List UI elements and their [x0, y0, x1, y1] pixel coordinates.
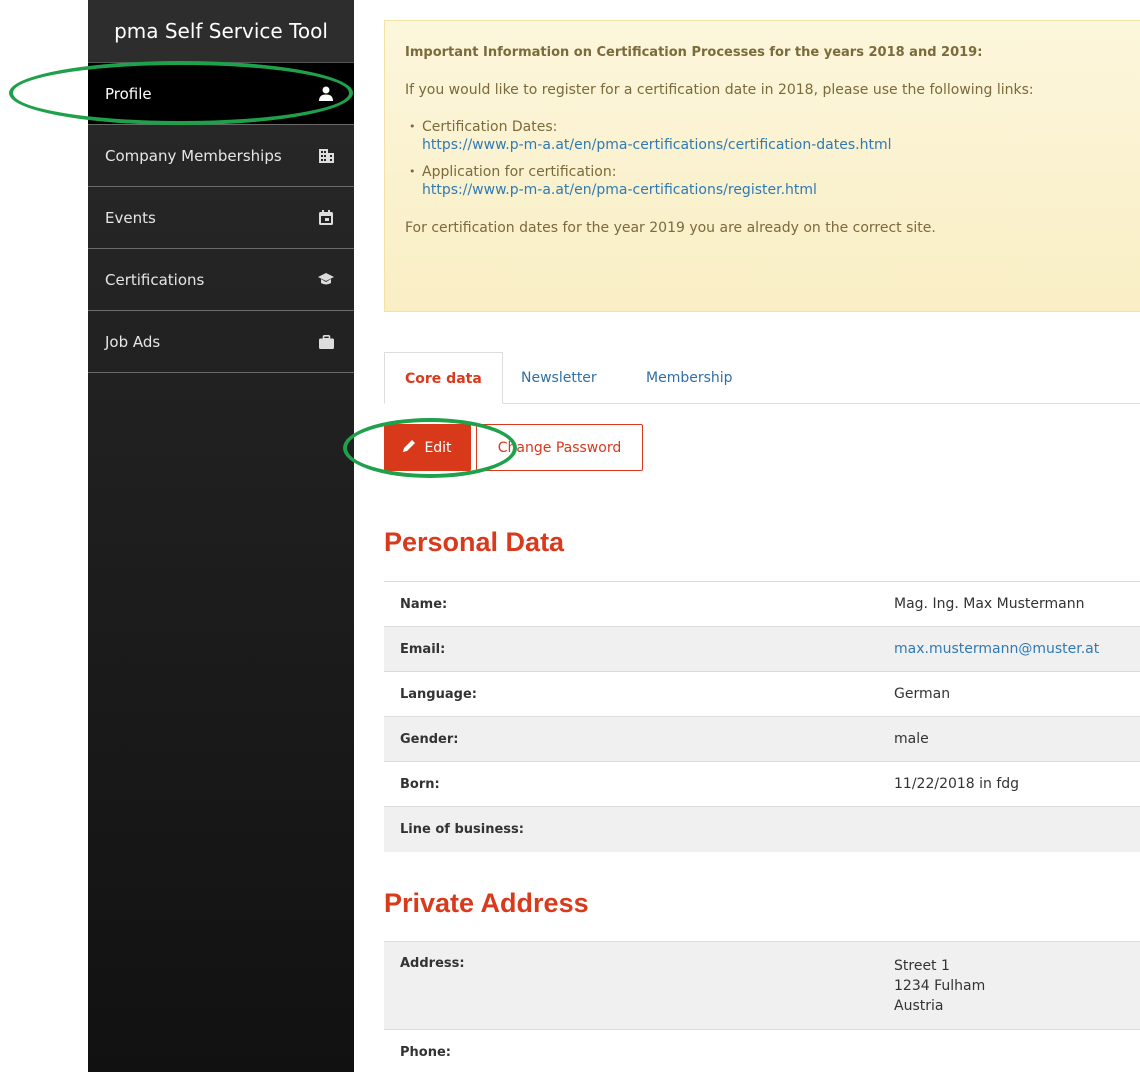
briefcase-icon: [318, 334, 334, 350]
alert-link-label: Certification Dates:: [422, 119, 558, 135]
tab-core-data[interactable]: Core data: [384, 352, 503, 404]
sidebar-item-label: Company Memberships: [105, 146, 282, 165]
sidebar: pma Self Service Tool Profile Company Me…: [88, 0, 354, 1072]
alert-link-list: Certification Dates: https://www.p-m-a.a…: [405, 118, 1140, 199]
sidebar-item-certifications[interactable]: Certifications: [88, 249, 354, 311]
personal-data-table: Name: Mag. Ing. Max Mustermann Email: ma…: [384, 581, 1140, 852]
app-title: pma Self Service Tool: [88, 0, 354, 63]
sidebar-item-label: Job Ads: [105, 332, 161, 351]
private-address-heading: Private Address: [384, 888, 589, 918]
sidebar-item-label: Events: [105, 208, 156, 227]
personal-data-heading: Personal Data: [384, 527, 565, 557]
tab-newsletter[interactable]: Newsletter: [501, 352, 617, 404]
list-item: Application for certification: https://w…: [405, 163, 1140, 199]
table-row: Line of business:: [384, 806, 1140, 852]
table-row: Born: 11/22/2018 in fdg: [384, 761, 1140, 807]
address-line: 1234 Fulham: [894, 978, 986, 994]
row-value: [878, 806, 1140, 852]
sidebar-item-profile[interactable]: Profile: [88, 63, 354, 125]
address-line: Street 1: [894, 958, 950, 974]
graduation-cap-icon: [318, 272, 334, 288]
row-label: Language:: [384, 671, 878, 717]
alert-intro: If you would like to register for a cert…: [405, 82, 1034, 98]
profile-tabs: Core data Newsletter Membership: [384, 352, 1140, 404]
pencil-icon: [403, 439, 416, 456]
certification-info-alert: Important Information on Certification P…: [384, 20, 1140, 312]
row-label: Line of business:: [384, 806, 878, 852]
edit-button-label: Edit: [424, 439, 452, 456]
sidebar-item-events[interactable]: Events: [88, 187, 354, 249]
table-row: Gender: male: [384, 716, 1140, 762]
row-label: Address:: [384, 941, 878, 1030]
table-row: Name: Mag. Ing. Max Mustermann: [384, 581, 1140, 627]
address-value: Street 1 1234 Fulham Austria: [878, 941, 1140, 1030]
calendar-icon: [318, 210, 334, 226]
row-label: Phone:: [384, 1029, 878, 1075]
sidebar-item-company-memberships[interactable]: Company Memberships: [88, 125, 354, 187]
building-icon: [318, 148, 334, 164]
row-label: Gender:: [384, 716, 878, 762]
row-value: male: [878, 716, 1140, 762]
address-line: Austria: [894, 998, 944, 1014]
list-item: Certification Dates: https://www.p-m-a.a…: [405, 118, 1140, 154]
table-row: Phone:: [384, 1029, 1140, 1075]
row-value: 11/22/2018 in fdg: [878, 761, 1140, 807]
tab-membership[interactable]: Membership: [626, 352, 753, 404]
row-label: Email:: [384, 626, 878, 672]
table-row: Email: max.mustermann@muster.at: [384, 626, 1140, 672]
row-label: Born:: [384, 761, 878, 807]
row-value: German: [878, 671, 1140, 717]
alert-footer: For certification dates for the year 201…: [405, 220, 936, 236]
change-password-button[interactable]: Change Password: [476, 424, 643, 471]
alert-link-label: Application for certification:: [422, 164, 617, 180]
private-address-table: Address: Street 1 1234 Fulham Austria Ph…: [384, 941, 1140, 1075]
row-value: [878, 1029, 1140, 1075]
table-row: Address: Street 1 1234 Fulham Austria: [384, 941, 1140, 1030]
table-row: Language: German: [384, 671, 1140, 717]
user-icon: [318, 86, 334, 102]
certification-register-link[interactable]: https://www.p-m-a.at/en/pma-certificatio…: [422, 181, 1140, 199]
row-value: Mag. Ing. Max Mustermann: [878, 581, 1140, 627]
sidebar-item-label: Profile: [105, 84, 152, 103]
row-label: Name:: [384, 581, 878, 627]
sidebar-item-job-ads[interactable]: Job Ads: [88, 311, 354, 373]
edit-button[interactable]: Edit: [384, 424, 471, 471]
sidebar-item-label: Certifications: [105, 270, 205, 289]
alert-title: Important Information on Certification P…: [405, 45, 983, 60]
certification-dates-link[interactable]: https://www.p-m-a.at/en/pma-certificatio…: [422, 136, 1140, 154]
email-link[interactable]: max.mustermann@muster.at: [878, 626, 1140, 672]
